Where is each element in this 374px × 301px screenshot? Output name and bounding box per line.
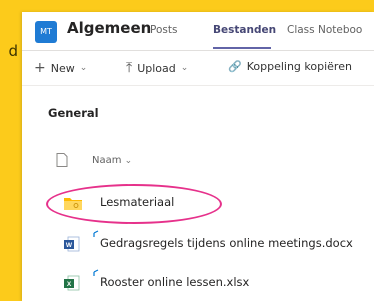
channel-title: Algemeen: [67, 19, 152, 37]
copy-link-button[interactable]: 🔗 Koppeling kopiëren: [228, 60, 352, 73]
file-row-folder[interactable]: Lesmateriaal: [22, 189, 374, 217]
file-row-xlsx[interactable]: X Rooster online lessen.xlsx: [22, 269, 374, 297]
active-tab-indicator: [213, 47, 271, 49]
copy-link-label: Koppeling kopiëren: [246, 60, 352, 73]
folder-breadcrumb[interactable]: General: [48, 106, 99, 120]
file-name[interactable]: Lesmateriaal: [100, 195, 174, 209]
new-button[interactable]: + New ⌄: [34, 60, 87, 76]
chevron-down-icon: ⌄: [79, 63, 88, 73]
tab-class-notebook[interactable]: Class Noteboo: [287, 24, 362, 36]
file-name[interactable]: Gedragsregels tijdens online meetings.do…: [100, 236, 353, 250]
sort-chevron-icon: ⌄: [124, 155, 133, 166]
team-avatar[interactable]: MT: [35, 21, 57, 43]
new-file-indicator-icon: [93, 230, 99, 237]
chevron-down-icon: ⌄: [180, 63, 189, 73]
files-toolbar: + New ⌄ ⤒ Upload ⌄ 🔗 Koppeling kopiëren: [22, 51, 374, 86]
svg-text:W: W: [66, 242, 73, 249]
excel-file-icon: X: [64, 275, 80, 291]
word-file-icon: W: [64, 236, 80, 252]
tab-bestanden[interactable]: Bestanden: [213, 24, 276, 36]
file-type-icon: [56, 153, 68, 167]
file-name[interactable]: Rooster online lessen.xlsx: [100, 275, 249, 289]
name-column-header[interactable]: Naam ⌄: [92, 155, 132, 166]
tab-posts[interactable]: Posts: [150, 24, 177, 36]
svg-text:X: X: [67, 281, 72, 288]
link-icon: 🔗: [228, 60, 242, 73]
background-text-fragment: d: [8, 42, 18, 60]
teams-files-panel: MT Algemeen Posts Bestanden Class Notebo…: [22, 12, 374, 301]
column-header-row: Naam ⌄: [44, 150, 364, 170]
new-button-label: New: [50, 61, 75, 75]
upload-button[interactable]: ⤒ Upload ⌄: [126, 60, 188, 76]
plus-icon: +: [34, 60, 46, 76]
folder-icon: [64, 198, 82, 210]
new-file-indicator-icon: [93, 269, 99, 276]
file-row-docx[interactable]: W Gedragsregels tijdens online meetings.…: [22, 230, 374, 258]
upload-button-label: Upload: [137, 61, 176, 75]
name-column-label: Naam: [92, 154, 122, 166]
upload-icon: ⤒: [126, 60, 133, 76]
channel-header: MT Algemeen Posts Bestanden Class Notebo…: [22, 12, 374, 51]
